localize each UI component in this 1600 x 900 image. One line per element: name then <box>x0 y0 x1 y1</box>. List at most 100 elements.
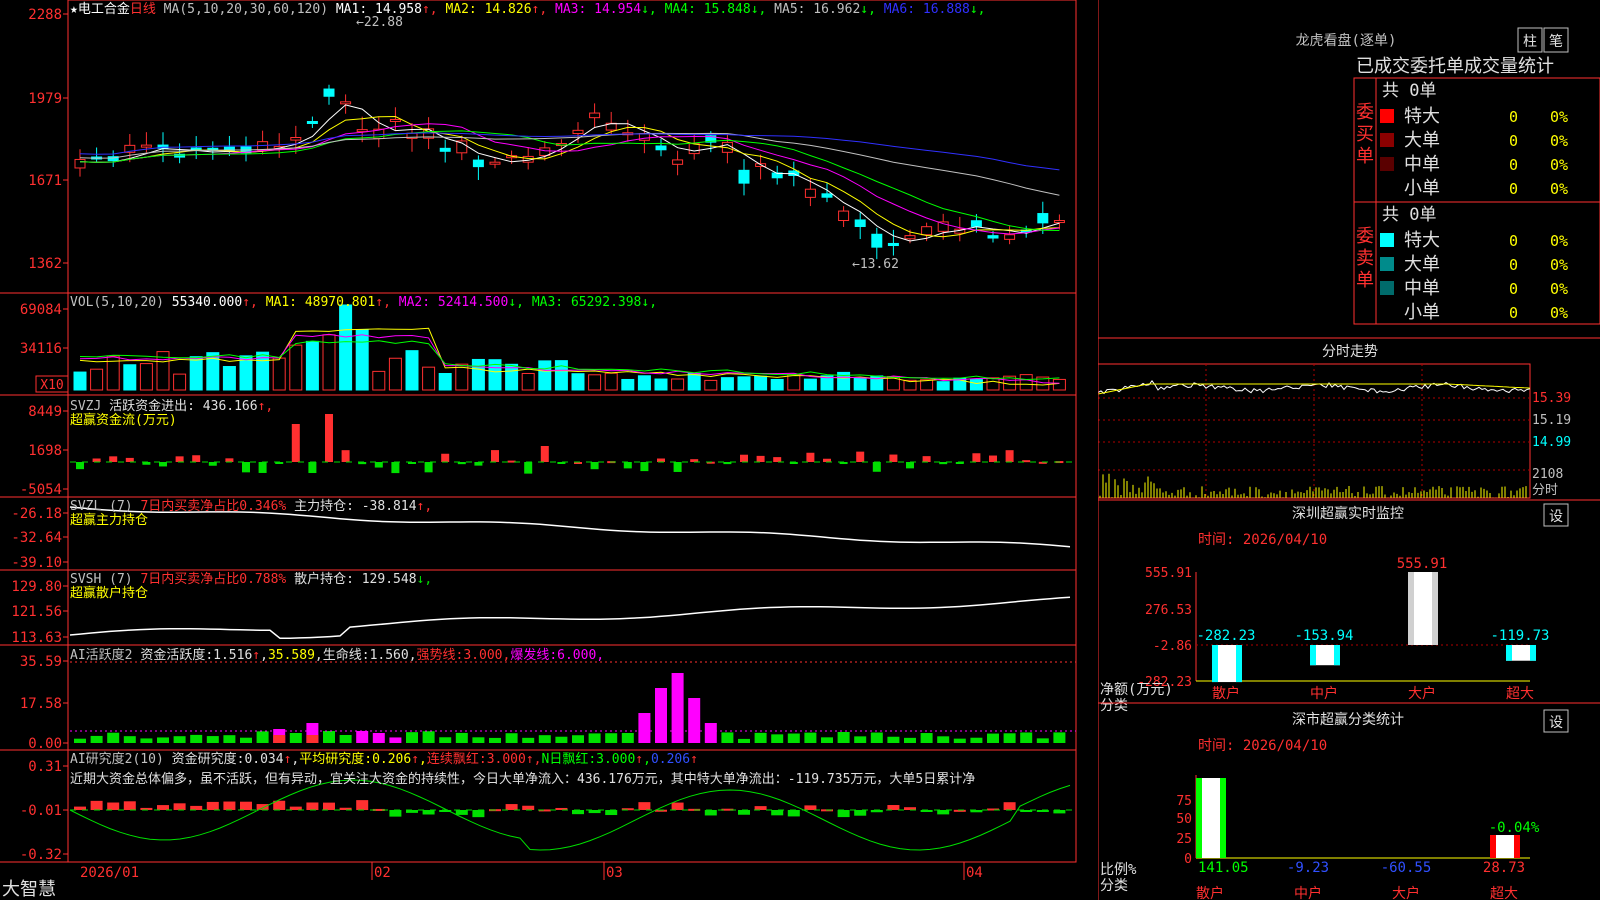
money-flow-bar <box>474 462 483 466</box>
active-bar <box>455 732 468 743</box>
money-flow-bar <box>258 462 267 473</box>
y-tick: 34116 <box>20 341 62 357</box>
active-bar <box>605 733 618 743</box>
ma-title: MA(5,10,20,30,60,120) <box>156 2 336 17</box>
lp-arrow: ↓, <box>417 572 433 587</box>
active-bar <box>987 733 999 743</box>
lp-subtitle: 超赢主力持仓 <box>70 512 148 528</box>
active-bar <box>787 733 800 743</box>
svzj-subtitle: 超赢资金流(万元) <box>70 412 177 428</box>
order-volume: 0 <box>1509 232 1518 250</box>
active-bar <box>671 673 684 743</box>
volume-bar <box>654 378 668 391</box>
header-part: 3.000 <box>596 752 635 767</box>
volume-bar <box>538 360 552 391</box>
research-bar <box>605 810 618 816</box>
tick-mode-button[interactable]: 笔 <box>1543 27 1569 53</box>
volume-bar <box>123 364 137 391</box>
money-flow-bar <box>1005 450 1014 462</box>
y-tick: 1362 <box>28 256 62 272</box>
research-bar <box>107 802 120 810</box>
order-volume: 0 <box>1509 256 1518 274</box>
money-flow-bar <box>225 458 234 462</box>
candle <box>140 144 152 148</box>
header-part: ↑ <box>284 752 292 767</box>
monitor-bar-label: -282.23 <box>1196 628 1255 644</box>
volume-bar <box>604 372 618 391</box>
header-part: 3.000 <box>487 752 526 767</box>
money-flow-bar <box>673 462 682 472</box>
candle <box>871 233 883 248</box>
active-bar-base <box>273 735 286 743</box>
money-flow-bar <box>242 462 250 473</box>
monitor-axis-label: 净额(万元) <box>1100 682 1173 698</box>
lp-ratio: 7日内买卖净占比0.346% <box>140 498 294 514</box>
research-bar <box>306 802 319 810</box>
bar-mode-button[interactable]: 柱 <box>1517 27 1543 53</box>
holding-line <box>69 596 1071 640</box>
research-bar <box>223 801 236 810</box>
volume-bar <box>704 379 718 391</box>
research-bar <box>289 806 302 810</box>
header-part: 资金活跃度: <box>140 647 213 663</box>
side-label: 卖 <box>1356 248 1374 269</box>
classify-y-tick: 75 <box>1176 794 1192 809</box>
volume-bar <box>339 304 353 391</box>
active-bar <box>190 734 203 743</box>
date-label: 2026/01 <box>80 865 139 881</box>
money-flow-bar <box>308 462 317 474</box>
ma-line <box>79 123 1060 235</box>
active-bar <box>107 732 120 743</box>
classify-category: 中户 <box>1294 885 1322 900</box>
chart-area[interactable]: ←22.88 ←13.62 X10 超赢资金流(万元) 超赢主力持仓 超赢散户持仓… <box>0 0 1098 900</box>
monitor-time: 时间: 2026/04/10 <box>1198 532 1327 548</box>
volume-bar <box>422 366 436 391</box>
candle <box>655 145 667 151</box>
active-bar <box>804 732 817 743</box>
active-bar <box>439 737 452 743</box>
monitor-settings-button[interactable]: 设 <box>1543 503 1569 527</box>
classify-settings-button[interactable]: 设 <box>1543 709 1569 733</box>
classify-bar-label: -9.23 <box>1287 860 1329 876</box>
header-part: , <box>260 648 268 663</box>
volume-bar <box>637 375 651 391</box>
active-bar <box>406 732 418 743</box>
research-bar <box>671 802 684 810</box>
candle <box>589 112 601 119</box>
order-pct: 0% <box>1550 304 1568 322</box>
active-bar <box>372 733 385 743</box>
monitor-y-tick: 276.53 <box>1145 603 1192 618</box>
research-bar <box>206 801 219 810</box>
header-part: AI活跃度2 <box>70 647 140 663</box>
volume-bar <box>405 350 419 391</box>
research-bar <box>522 805 535 810</box>
research-bar <box>1003 802 1016 810</box>
vol-legend-arrow: ↑, <box>375 295 398 310</box>
money-flow-bar <box>756 455 765 462</box>
volume-bar <box>438 373 452 391</box>
volume-bar <box>554 360 568 391</box>
header-part: , <box>291 752 299 767</box>
volume-bar <box>737 376 751 391</box>
active-bar <box>572 735 584 743</box>
money-flow-bar <box>92 458 101 462</box>
lp-arrow: ↑, <box>417 499 433 514</box>
active-bar <box>937 736 950 743</box>
monitor-category: 中户 <box>1310 685 1338 702</box>
active-bar <box>953 738 966 743</box>
volume-bar <box>521 372 535 391</box>
money-flow-bar <box>192 455 201 462</box>
line-panel-header: SVZL (7) 7日内买卖净占比0.346% 主力持仓: -38.814↑, <box>70 498 432 514</box>
active-bar <box>688 698 701 743</box>
active-bar <box>870 732 883 743</box>
active-bar <box>289 733 302 743</box>
candle <box>904 235 916 240</box>
period-label: 日线 <box>130 2 156 17</box>
button-label: 笔 <box>1549 34 1563 50</box>
active-bar <box>904 737 916 743</box>
vol-header: VOL(5,10,20) 55340.000↑, MA1: 48970.801↑… <box>70 295 657 310</box>
monitor-title: 深圳超赢实时监控 <box>1292 505 1404 522</box>
dragon-header: 已成交委托单成交量统计 <box>1356 56 1554 77</box>
ma-legend-arrow: ↓, <box>860 2 883 17</box>
classify-title: 深市超赢分类统计 <box>1292 711 1404 728</box>
